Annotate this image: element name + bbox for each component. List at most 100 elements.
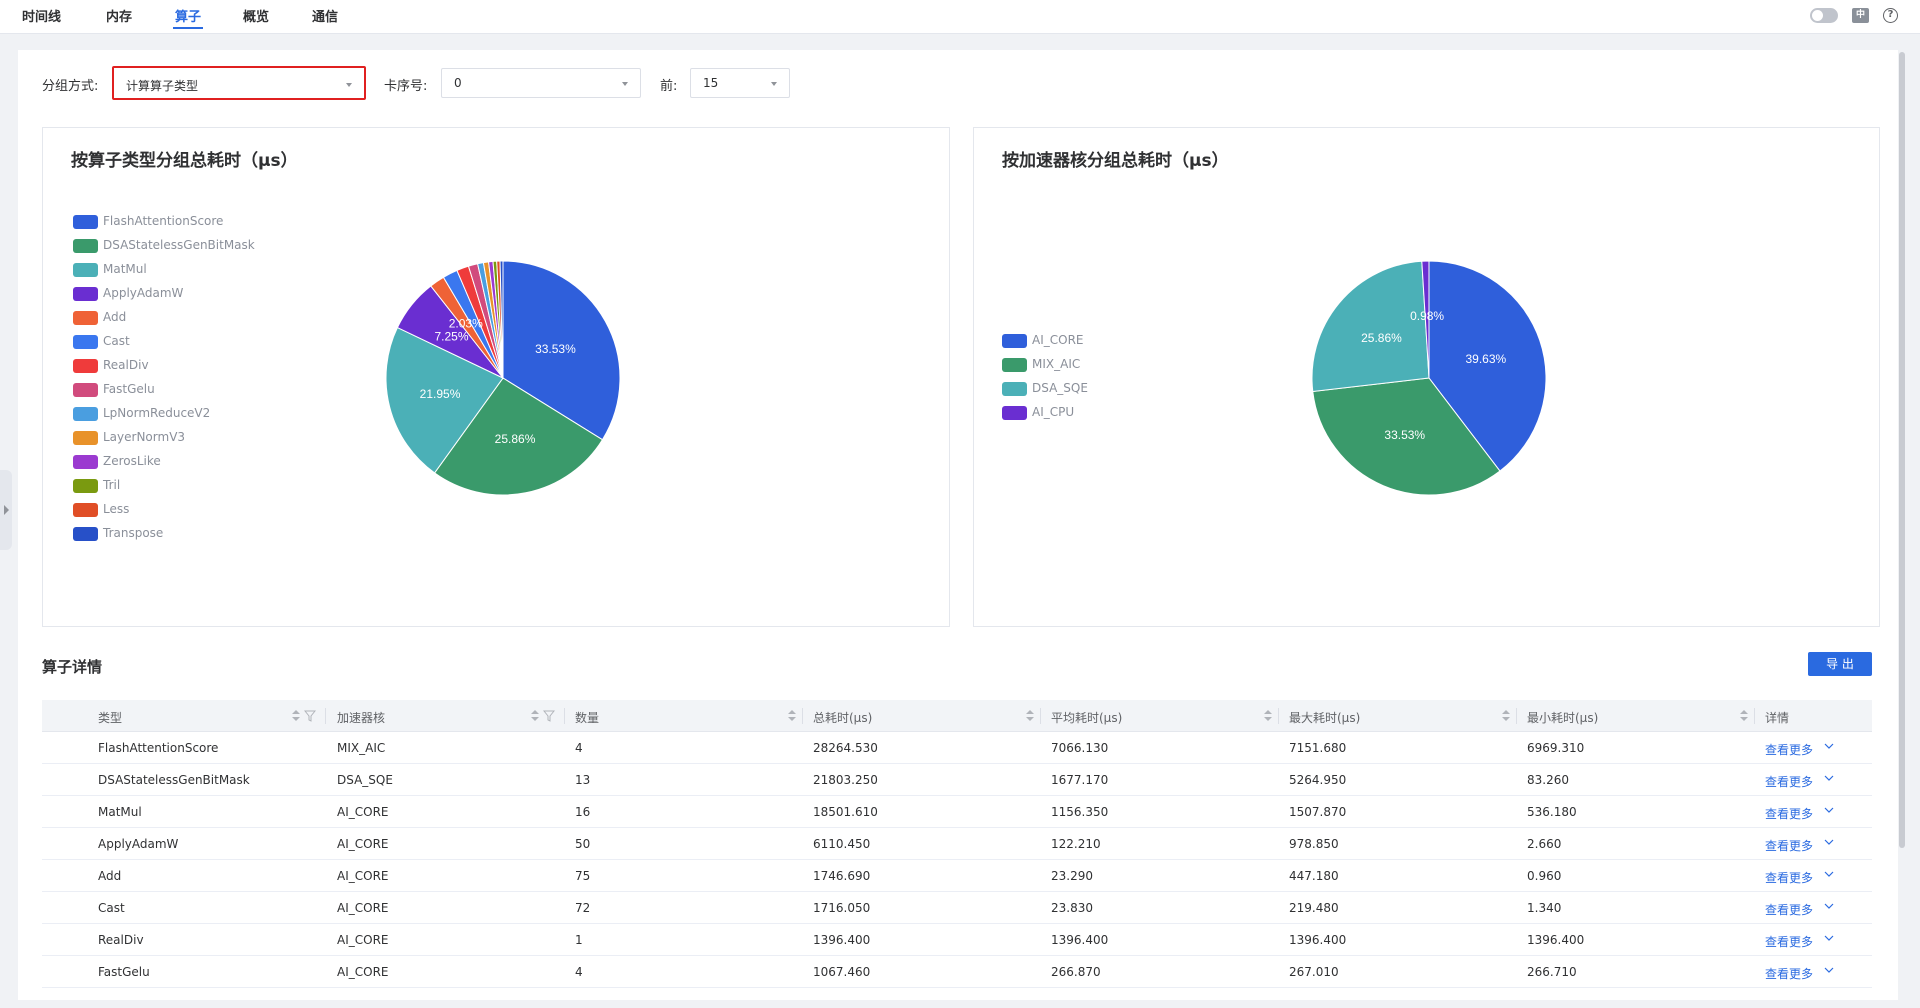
- legend-label: RealDiv: [103, 358, 149, 372]
- table-row[interactable]: Cast AI_CORE 72 1716.050 23.830 219.480 1.340 查…: [42, 892, 1872, 924]
- view-more-link[interactable]: 查看更多: [1765, 965, 1813, 982]
- sort-icon[interactable]: [1026, 709, 1034, 723]
- operator-type-pie-chart: 33.53% 25.86% 21.95% 7.25%2.03%: [385, 260, 621, 496]
- table-cell: 1067.460: [813, 965, 871, 979]
- accelerator-core-pie-chart: 39.63% 33.53% 25.86% 0.98%: [1311, 260, 1547, 496]
- table-cell: 1507.870: [1289, 805, 1347, 819]
- legend-label: FlashAttentionScore: [103, 214, 224, 228]
- table-cell: 266.870: [1051, 965, 1101, 979]
- legend-swatch: [73, 311, 98, 325]
- card-index-select[interactable]: 0: [441, 68, 641, 98]
- table-cell: 4: [575, 741, 583, 755]
- table-row[interactable]: DSAStatelessGenBitMask DSA_SQE 13 21803.250…: [42, 764, 1872, 796]
- legend-label: Add: [103, 310, 127, 324]
- legend-swatch: [1002, 406, 1027, 420]
- view-more-link[interactable]: 查看更多: [1765, 901, 1813, 918]
- chevron-down-icon[interactable]: [1824, 837, 1834, 847]
- top-n-label: 前:: [660, 79, 678, 94]
- table-cell: 978.850: [1289, 837, 1339, 851]
- sort-icon[interactable]: [788, 709, 796, 723]
- view-more-link[interactable]: 查看更多: [1765, 805, 1813, 822]
- legend-label: AI_CORE: [1032, 333, 1084, 347]
- legend-label: MatMul: [103, 262, 147, 276]
- table-row[interactable]: FlashAttentionScore MIX_AIC 4 28264.530 7066…: [42, 732, 1872, 764]
- view-more-link[interactable]: 查看更多: [1765, 837, 1813, 854]
- pie-data-label: 25.86%: [1361, 331, 1402, 345]
- column-divider: [564, 708, 565, 724]
- tab-timeline[interactable]: 时间线: [22, 6, 61, 25]
- view-more-link[interactable]: 查看更多: [1765, 773, 1813, 790]
- legend-label: Transpose: [103, 526, 164, 540]
- legend-swatch: [73, 527, 98, 541]
- table-cell: 1156.350: [1051, 805, 1109, 819]
- col-header-count: 数量: [575, 711, 600, 725]
- export-button[interactable]: 导 出: [1808, 652, 1872, 676]
- table-row[interactable]: Add AI_CORE 75 1746.690 23.290 447.180 0.960 查看…: [42, 860, 1872, 892]
- table-cell: MIX_AIC: [337, 741, 386, 755]
- table-cell: 50: [575, 837, 591, 851]
- table-cell: ApplyAdamW: [98, 837, 179, 851]
- col-header-max-time: 最大耗时(μs): [1289, 711, 1361, 725]
- sort-icon[interactable]: [1264, 709, 1272, 723]
- chevron-down-icon[interactable]: [1824, 933, 1834, 943]
- sort-icon[interactable]: [1502, 709, 1510, 723]
- pie-slice[interactable]: [1311, 260, 1430, 393]
- chevron-down-icon[interactable]: [1824, 773, 1834, 783]
- column-divider: [1278, 708, 1279, 724]
- main-panel: 分组方式: 计算算子类型 卡序号: 0 前: 15 按算子类型分组总耗时（μs）…: [18, 50, 1898, 1000]
- filter-icon[interactable]: [543, 710, 555, 722]
- group-by-select[interactable]: 计算算子类型: [112, 66, 366, 100]
- scrollbar-thumb[interactable]: [1899, 52, 1905, 848]
- table-row[interactable]: MatMul AI_CORE 16 18501.610 1156.350 1507.870…: [42, 796, 1872, 828]
- legend-swatch: [73, 503, 98, 517]
- chevron-down-icon[interactable]: [1824, 805, 1834, 815]
- toggle-knob: [1812, 10, 1823, 21]
- table-cell: 23.830: [1051, 901, 1093, 915]
- sidebar-expand-handle[interactable]: [0, 470, 12, 550]
- tab-communication[interactable]: 通信: [312, 6, 338, 25]
- filter-icon[interactable]: [304, 710, 316, 722]
- table-cell: 18501.610: [813, 805, 878, 819]
- legend-swatch: [73, 239, 98, 253]
- table-cell: 267.010: [1289, 965, 1339, 979]
- sort-icon[interactable]: [292, 709, 300, 723]
- pie-data-label: 0.98%: [1410, 309, 1444, 323]
- table-cell: 5264.950: [1289, 773, 1347, 787]
- table-row[interactable]: ApplyAdamW AI_CORE 50 6110.450 122.210 978.85…: [42, 828, 1872, 860]
- legend-swatch: [73, 215, 98, 229]
- language-icon[interactable]: 中: [1852, 8, 1869, 23]
- legend-label: FastGelu: [103, 382, 155, 396]
- chevron-down-icon[interactable]: [1824, 869, 1834, 879]
- table-cell: DSAStatelessGenBitMask: [98, 773, 250, 787]
- help-icon[interactable]: ?: [1883, 8, 1898, 23]
- table-cell: 1716.050: [813, 901, 871, 915]
- table-cell: 447.180: [1289, 869, 1339, 883]
- table-row[interactable]: RealDiv AI_CORE 1 1396.400 1396.400 1396.400 1…: [42, 924, 1872, 956]
- table-cell: FlashAttentionScore: [98, 741, 219, 755]
- table-cell: 1396.400: [813, 933, 871, 947]
- pie-data-label: 39.63%: [1465, 352, 1506, 366]
- top-n-select[interactable]: 15: [690, 68, 790, 98]
- view-more-link[interactable]: 查看更多: [1765, 933, 1813, 950]
- legend-swatch: [73, 383, 98, 397]
- column-divider: [1516, 708, 1517, 724]
- theme-toggle[interactable]: [1810, 8, 1838, 23]
- table-cell: 1: [575, 933, 583, 947]
- sort-icon[interactable]: [1740, 709, 1748, 723]
- top-nav: 时间线 内存 算子 概览 通信 中 ?: [0, 0, 1920, 34]
- view-more-link[interactable]: 查看更多: [1765, 869, 1813, 886]
- tab-memory[interactable]: 内存: [106, 6, 132, 25]
- pie-data-label: 21.95%: [420, 387, 461, 401]
- chevron-down-icon[interactable]: [1824, 901, 1834, 911]
- table-row[interactable]: FastGelu AI_CORE 4 1067.460 266.870 267.010 26…: [42, 956, 1872, 988]
- pie-data-label: 33.53%: [535, 342, 576, 356]
- tab-overview[interactable]: 概览: [243, 6, 269, 25]
- sort-icon[interactable]: [531, 709, 539, 723]
- view-more-link[interactable]: 查看更多: [1765, 741, 1813, 758]
- vertical-scrollbar[interactable]: [1898, 50, 1906, 850]
- chevron-down-icon[interactable]: [1824, 965, 1834, 975]
- tab-operator[interactable]: 算子: [172, 6, 204, 29]
- legend-swatch: [73, 479, 98, 493]
- table-cell: AI_CORE: [337, 901, 389, 915]
- chevron-down-icon[interactable]: [1824, 741, 1834, 751]
